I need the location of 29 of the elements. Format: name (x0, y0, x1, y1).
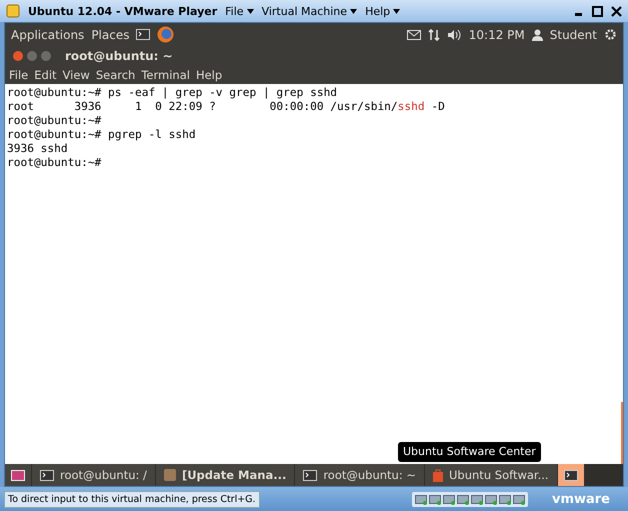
terminal-line: root@ubuntu:~# (7, 114, 102, 128)
menu-item[interactable]: File (225, 4, 254, 18)
menu-item[interactable]: File (9, 68, 28, 82)
taskbar-item[interactable]: root@ubuntu: / (32, 464, 155, 486)
terminal-line: root 3936 1 0 22:09 ? 00:00:00 /usr/sbin/sshd -D (7, 100, 446, 114)
taskbar-item[interactable]: [Update Mana... (156, 464, 294, 486)
terminal-line: 3936 sshd (7, 142, 69, 156)
menu-item[interactable]: View (62, 68, 90, 82)
menu-item[interactable]: Virtual Machine (262, 4, 358, 18)
window-title: Ubuntu 12.04 - VMware Player (28, 4, 218, 18)
tooltip: Ubuntu Software Center (398, 442, 541, 462)
user-name[interactable]: Student (550, 28, 597, 42)
taskbar-item[interactable]: root@ubuntu: ~ (295, 464, 424, 486)
terminal-line: root@ubuntu:~# ps -eaf | grep -v grep | grep sshd (7, 86, 338, 100)
menu-item[interactable]: Terminal (141, 68, 190, 82)
terminal-body[interactable]: root@ubuntu:~# ps -eaf | grep -v grep | grep sshd root 3936 1 0 22:09 ? 00:00:00 /usr/sbin/sshd -D root@ubuntu:~# root@ubuntu:~# pgrep -l sshd 3936 sshd root@ubuntu:~# Ubuntu Software Center (5, 84, 623, 464)
menu-item[interactable]: Search (96, 68, 136, 82)
panel-menu[interactable]: Applications (11, 28, 84, 42)
menu-item[interactable]: Help (196, 68, 222, 82)
menu-item[interactable]: Help (365, 4, 400, 18)
terminal-line: root@ubuntu:~# pgrep -l sshd (7, 128, 197, 142)
menu-item[interactable]: Edit (34, 68, 57, 82)
status-hint: To direct input to this virtual machine, press Ctrl+G. (4, 490, 260, 508)
panel-menu[interactable]: Places (91, 28, 130, 42)
taskbar-item[interactable]: Ubuntu Softwar... (425, 464, 557, 486)
vmware-logo: vmware (552, 492, 610, 506)
terminal-line: root@ubuntu:~# (7, 156, 102, 170)
terminal-title: root@ubuntu: ~ (65, 48, 173, 62)
clock[interactable]: 10:12 PM (468, 28, 525, 42)
